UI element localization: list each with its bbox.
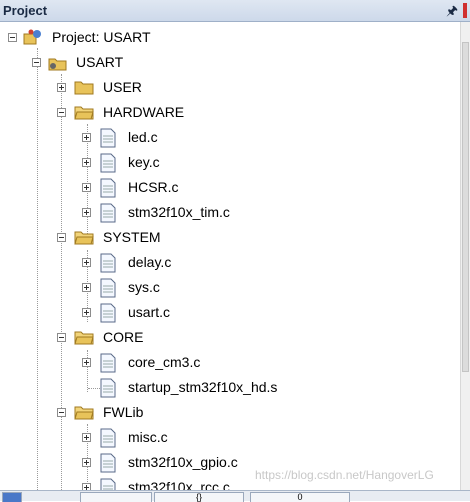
tree-file-key[interactable]: key.c xyxy=(0,151,460,176)
expand-toggle[interactable] xyxy=(82,458,91,467)
tree-file-usart[interactable]: usart.c xyxy=(0,301,460,326)
folder-icon xyxy=(74,103,94,124)
group-label: FWLib xyxy=(103,404,144,420)
expand-toggle[interactable] xyxy=(82,358,91,367)
folder-icon xyxy=(74,403,94,424)
expand-toggle[interactable] xyxy=(82,158,91,167)
file-icon xyxy=(100,128,116,151)
watermark: https://blog.csdn.net/HangoverLG xyxy=(255,468,434,482)
file-label: led.c xyxy=(128,129,158,145)
file-label: usart.c xyxy=(128,304,171,320)
expand-toggle[interactable] xyxy=(82,283,91,292)
tree-file-delay[interactable]: delay.c xyxy=(0,251,460,276)
tree-group-user[interactable]: USER xyxy=(0,76,460,101)
tree-file-led[interactable]: led.c xyxy=(0,126,460,151)
group-label: USER xyxy=(103,79,142,95)
collapse-toggle[interactable] xyxy=(32,58,41,67)
file-icon xyxy=(100,378,116,401)
tree-group-system[interactable]: SYSTEM xyxy=(0,226,460,251)
tree-group-core[interactable]: CORE xyxy=(0,326,460,351)
expand-toggle[interactable] xyxy=(57,83,66,92)
file-icon xyxy=(100,303,116,326)
expand-toggle[interactable] xyxy=(82,483,91,490)
file-icon xyxy=(100,153,116,176)
target-folder-icon xyxy=(47,53,69,76)
panel-title: Project xyxy=(3,3,48,18)
expand-toggle[interactable] xyxy=(82,258,91,267)
file-icon xyxy=(100,178,116,201)
group-label: CORE xyxy=(103,329,144,345)
file-label: delay.c xyxy=(128,254,172,270)
collapse-toggle[interactable] xyxy=(8,33,17,42)
file-icon xyxy=(100,353,116,376)
file-label: stm32f10x_tim.c xyxy=(128,204,230,220)
group-label: SYSTEM xyxy=(103,229,161,245)
file-label: sys.c xyxy=(128,279,160,295)
vertical-scrollbar[interactable] xyxy=(460,22,470,490)
tree-file-startup[interactable]: startup_stm32f10x_hd.s xyxy=(0,376,460,401)
file-icon xyxy=(100,478,116,490)
collapse-toggle[interactable] xyxy=(57,408,66,417)
file-label: key.c xyxy=(128,154,160,170)
tree-item-target[interactable]: USART xyxy=(0,51,460,76)
tree-file-misc[interactable]: misc.c xyxy=(0,426,460,451)
group-label: HARDWARE xyxy=(103,104,185,120)
pin-icon[interactable]: 🖈 xyxy=(446,2,458,24)
file-label: core_cm3.c xyxy=(128,354,201,370)
file-icon xyxy=(100,428,116,451)
tree-root-label: Project: USART xyxy=(52,29,151,45)
expand-toggle[interactable] xyxy=(82,208,91,217)
scrollbar-thumb[interactable] xyxy=(462,42,469,372)
file-icon xyxy=(100,203,116,226)
tree-group-hardware[interactable]: HARDWARE xyxy=(0,101,460,126)
project-tree: Project: USART USART USER HARDWARE led.c… xyxy=(0,22,460,490)
collapse-toggle[interactable] xyxy=(57,333,66,342)
file-label: stm32f10x_gpio.c xyxy=(128,454,238,470)
expand-toggle[interactable] xyxy=(82,308,91,317)
tree-target-label: USART xyxy=(76,54,124,70)
file-label: stm32f10x_rcc.c xyxy=(128,479,230,490)
folder-icon xyxy=(74,328,94,349)
tree-group-fwlib[interactable]: FWLib xyxy=(0,401,460,426)
tree-file-core-cm3[interactable]: core_cm3.c xyxy=(0,351,460,376)
bottom-tab-bar: {} 0 xyxy=(0,490,470,502)
collapse-toggle[interactable] xyxy=(57,108,66,117)
panel-titlebar: Project 🖈 xyxy=(0,0,470,22)
file-label: startup_stm32f10x_hd.s xyxy=(128,379,278,395)
expand-toggle[interactable] xyxy=(82,183,91,192)
tree-file-sys[interactable]: sys.c xyxy=(0,276,460,301)
close-icon[interactable] xyxy=(463,3,467,18)
tree-file-hcsr[interactable]: HCSR.c xyxy=(0,176,460,201)
folder-icon xyxy=(74,78,94,99)
collapse-toggle[interactable] xyxy=(57,233,66,242)
file-icon xyxy=(100,253,116,276)
tree-item-root[interactable]: Project: USART xyxy=(0,26,460,51)
file-label: misc.c xyxy=(128,429,168,445)
project-gear-icon xyxy=(23,28,45,51)
file-icon xyxy=(100,278,116,301)
file-label: HCSR.c xyxy=(128,179,179,195)
folder-icon xyxy=(74,228,94,249)
expand-toggle[interactable] xyxy=(82,433,91,442)
tree-file-stm32-tim[interactable]: stm32f10x_tim.c xyxy=(0,201,460,226)
file-icon xyxy=(100,453,116,476)
tree-guide-line xyxy=(88,388,100,389)
expand-toggle[interactable] xyxy=(82,133,91,142)
